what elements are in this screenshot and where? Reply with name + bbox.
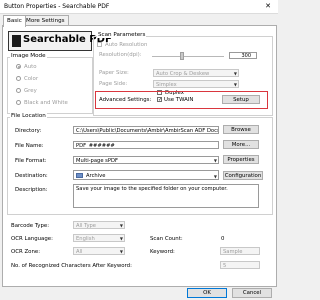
app-logo: Searchable PDF <box>8 31 112 51</box>
file-format-label: File Format: <box>15 158 47 164</box>
checkmark-icon: ✓ <box>158 97 163 103</box>
keyword-label: Keyword: <box>150 249 175 255</box>
document-icon <box>12 35 21 47</box>
ocr-zone-value: All <box>76 249 83 255</box>
chevron-down-icon: ▼ <box>119 249 123 254</box>
resolution-label: Resolution(dpi): <box>99 52 142 58</box>
ocr-zone-label: OCR Zone: <box>11 249 41 255</box>
file-name-label: File Name: <box>15 143 44 149</box>
properties-button[interactable]: Properties <box>223 155 259 164</box>
auto-resolution-checkbox[interactable] <box>97 42 102 47</box>
resolution-slider-track <box>152 56 224 57</box>
image-mode-color-label: Color <box>24 76 39 82</box>
page-side-select[interactable]: Simplex ▼ <box>153 80 239 88</box>
scan-parameters-label: Scan Parameters <box>97 32 147 38</box>
advanced-settings-label: Advanced Settings: <box>99 97 152 103</box>
recognized-characters-label: No. of Recognized Characters After Keywo… <box>11 263 132 269</box>
title-bar: Button Properties - Searchable PDF ✕ <box>0 0 278 14</box>
image-mode-auto-label: Auto <box>24 64 37 70</box>
chevron-down-icon: ▼ <box>119 236 123 241</box>
barcode-type-label: Barcode Type: <box>11 223 50 229</box>
directory-label: Directory: <box>15 128 42 134</box>
file-name-field[interactable]: PDF_###### <box>73 141 219 149</box>
browse-button[interactable]: Browse <box>223 125 259 134</box>
chevron-down-icon: ▼ <box>213 174 217 179</box>
resolution-value: 300 <box>241 53 251 59</box>
keyword-field[interactable]: Sample <box>220 247 260 255</box>
chevron-down-icon: ▼ <box>213 158 217 163</box>
paper-size-select[interactable]: Auto Crop & Deskew ▼ <box>153 69 239 77</box>
ocr-language-value: English <box>76 236 95 242</box>
chevron-down-icon: ▼ <box>119 223 123 228</box>
cancel-button[interactable]: Cancel <box>232 288 272 298</box>
setup-button[interactable]: Setup <box>222 95 260 104</box>
resolution-slider-thumb[interactable] <box>180 52 184 60</box>
paper-size-label: Paper Size: <box>99 70 129 76</box>
archive-icon <box>76 173 83 178</box>
description-field[interactable]: Save your image to the specified folder … <box>73 184 259 208</box>
file-format-value: Multi-page sPDF <box>76 158 118 164</box>
image-mode-grey-radio[interactable] <box>16 88 21 93</box>
file-location-label: File Location <box>10 113 47 119</box>
chevron-down-icon: ▼ <box>233 82 237 87</box>
scan-count-value: 0 <box>221 236 225 242</box>
paper-size-value: Auto Crop & Deskew <box>156 71 210 77</box>
image-mode-label: Image Mode <box>10 53 47 59</box>
recognized-characters-field[interactable]: 5 <box>220 261 260 269</box>
page-side-label: Page Side: <box>99 81 128 87</box>
ocr-language-label: OCR Language: <box>11 236 53 242</box>
more-button[interactable]: More... <box>223 140 259 149</box>
image-mode-auto-radio[interactable] <box>16 64 21 69</box>
description-label: Description: <box>15 187 48 193</box>
destination-select[interactable]: Archive ▼ <box>73 170 219 180</box>
directory-field[interactable]: C:\Users\Public\Documents\Ambir\AmbirSca… <box>73 126 219 134</box>
configuration-button[interactable]: Configuration <box>223 171 263 180</box>
use-twain-label: Use TWAIN <box>164 97 194 103</box>
image-mode-color-radio[interactable] <box>16 76 21 81</box>
image-mode-bw-label: Black and White <box>24 100 68 106</box>
barcode-type-select[interactable]: All Type ▼ <box>73 221 125 229</box>
close-icon[interactable]: ✕ <box>265 2 271 10</box>
auto-resolution-label: Auto Resolution <box>105 42 148 48</box>
use-twain-checkbox[interactable]: ✓ <box>157 97 163 103</box>
image-mode-grey-label: Grey <box>24 88 37 94</box>
window-title: Button Properties - Searchable PDF <box>4 3 110 10</box>
page-side-value: Simplex <box>156 82 177 88</box>
image-mode-bw-radio[interactable] <box>16 100 21 105</box>
chevron-down-icon: ▼ <box>233 71 237 76</box>
destination-value: Archive <box>86 173 106 179</box>
tab-basic[interactable]: Basic <box>3 15 26 27</box>
ocr-language-select[interactable]: English ▼ <box>73 234 125 242</box>
ocr-zone-select[interactable]: All ▼ <box>73 247 125 255</box>
destination-label: Destination: <box>15 173 48 179</box>
scan-count-label: Scan Count: <box>150 236 183 242</box>
barcode-type-value: All Type <box>76 223 96 229</box>
ok-button[interactable]: OK <box>187 288 227 298</box>
resolution-spinbox[interactable]: 300 <box>229 52 257 59</box>
file-format-select[interactable]: Multi-page sPDF ▼ <box>73 156 219 164</box>
